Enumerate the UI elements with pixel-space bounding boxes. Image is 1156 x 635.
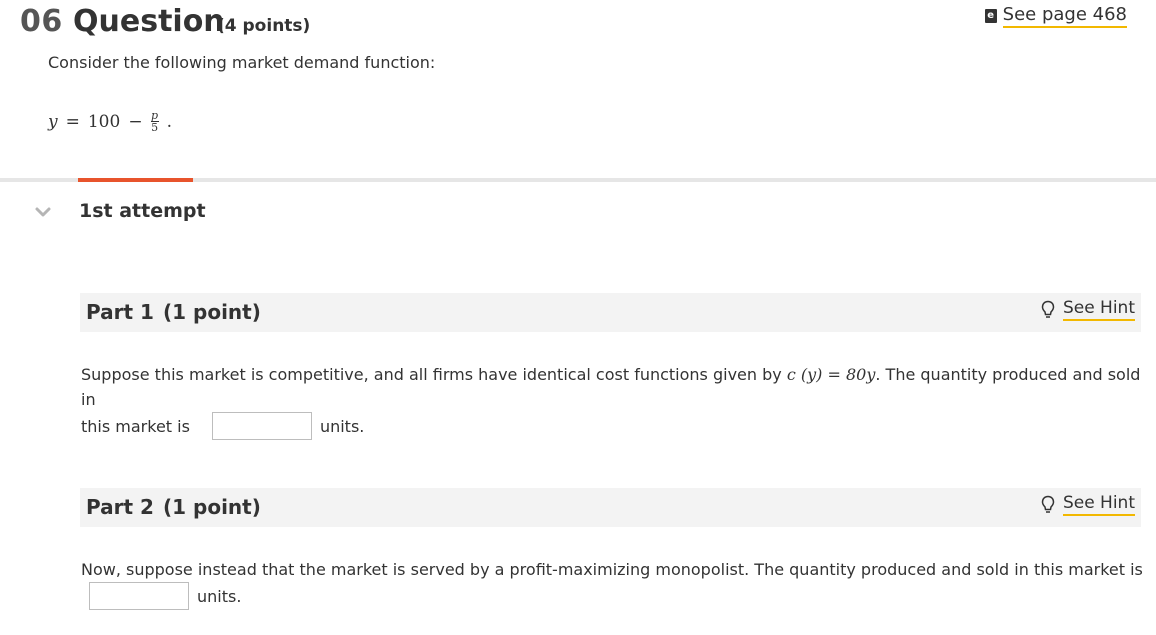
- part-1-hint-link[interactable]: See Hint: [1041, 298, 1135, 321]
- equals-sign: =: [65, 111, 80, 132]
- part-1-points: (1 point): [163, 300, 261, 324]
- minus-sign: −: [128, 111, 143, 132]
- question-intro: Consider the following market demand fun…: [48, 53, 436, 72]
- cost-function: c (y) = 80y: [786, 365, 876, 384]
- part-2-answer-input[interactable]: [89, 582, 189, 610]
- part-1-units: units.: [319, 416, 365, 436]
- part-2-question-text: Now, suppose instead that the market is …: [81, 557, 1143, 610]
- attempt-label[interactable]: 1st attempt: [79, 200, 206, 222]
- part-1-header: Part 1 (1 point): [80, 293, 1141, 332]
- part-1-label: Part 1: [86, 300, 154, 324]
- part-1-question-text: Suppose this market is competitive, and …: [81, 362, 1143, 440]
- part-2-header: Part 2 (1 point): [80, 488, 1141, 527]
- see-page-link[interactable]: e See page 468: [984, 4, 1127, 28]
- lightbulb-icon: [1041, 495, 1055, 513]
- equation-constant: 100: [87, 111, 121, 132]
- part-2-points: (1 point): [163, 495, 261, 519]
- chevron-down-icon[interactable]: [34, 203, 52, 221]
- part-1-answer-input[interactable]: [211, 412, 312, 440]
- part-2-label: Part 2: [86, 495, 154, 519]
- part-2-hint-link[interactable]: See Hint: [1041, 493, 1135, 516]
- equation-fraction: p 5: [150, 109, 159, 134]
- part-1-text-before: Suppose this market is competitive, and …: [81, 365, 787, 384]
- equation-period: .: [166, 111, 172, 132]
- see-page-label: See page 468: [1002, 4, 1127, 28]
- demand-equation: y = 100 − p 5 .: [48, 110, 172, 133]
- question-title: Question: [73, 4, 225, 39]
- fraction-numerator: p: [151, 109, 159, 122]
- active-tab-indicator: [78, 178, 193, 182]
- question-number: 06: [20, 4, 63, 39]
- part-2-units: units.: [197, 586, 242, 606]
- equation-lhs: y: [48, 111, 58, 132]
- lightbulb-icon: [1041, 300, 1055, 318]
- see-hint-label: See Hint: [1062, 298, 1135, 321]
- fraction-denominator: 5: [151, 121, 159, 134]
- question-points: (4 points): [217, 16, 311, 36]
- see-hint-label: See Hint: [1062, 493, 1135, 516]
- ebook-icon: e: [984, 9, 997, 23]
- part-1-line2-text: this market is: [81, 416, 190, 436]
- part-2-text: Now, suppose instead that the market is …: [81, 560, 1143, 579]
